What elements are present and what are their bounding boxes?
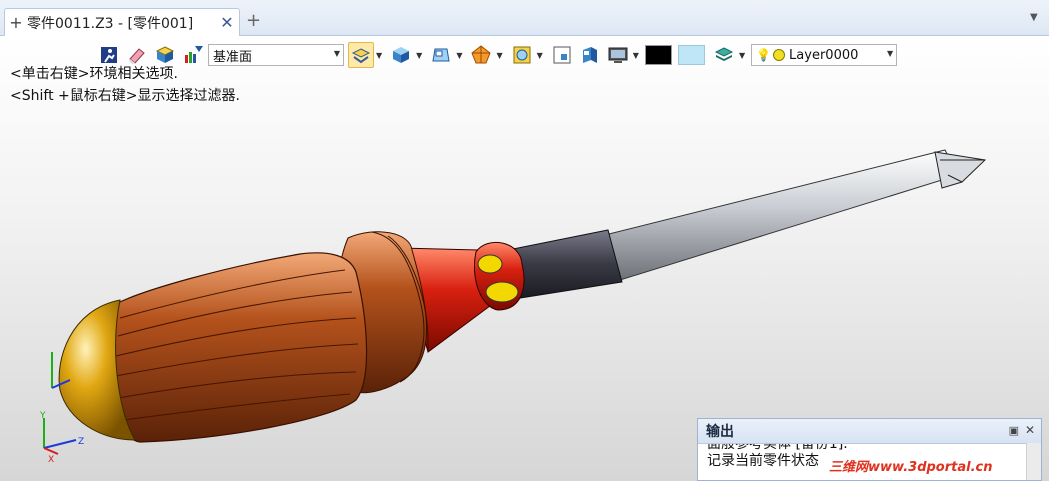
axis-y-label: Y — [39, 411, 46, 421]
chevron-down-icon[interactable]: ▼ — [887, 49, 893, 58]
monitor-icon — [608, 47, 628, 63]
shaded-cube-icon — [393, 47, 410, 63]
color-swatch-black[interactable] — [644, 45, 672, 65]
display-mode-icon — [582, 47, 597, 63]
layer-stack-icon — [714, 47, 734, 61]
cube-plane-button[interactable] — [152, 42, 178, 68]
chevron-down-icon[interactable]: ▼ — [334, 49, 340, 58]
layer-lightbulb-icon[interactable]: 💡 — [756, 48, 771, 62]
new-tab-button[interactable]: + — [246, 10, 261, 31]
zoom-fit-icon — [513, 46, 531, 64]
axis-z-label: Z — [78, 437, 84, 447]
exit-sketch-icon — [101, 47, 117, 63]
close-tab-icon[interactable]: ✕ — [215, 13, 239, 32]
output-scrollbar[interactable] — [1026, 443, 1041, 480]
tab-add-icon[interactable]: + — [5, 13, 27, 32]
view-sketch-icon — [432, 48, 450, 62]
layer-combo-value: Layer0000 — [789, 47, 859, 63]
filter-button[interactable] — [180, 42, 206, 68]
plane-combo[interactable]: 基准面 ▼ — [208, 44, 344, 66]
hint-shift-right-click: <Shift +鼠标右键>显示选择过滤器. — [10, 88, 240, 104]
plane-combo-value: 基准面 — [213, 49, 253, 65]
output-panel-title: 输出 — [706, 424, 734, 440]
layer-combo[interactable]: 💡 Layer0000 ▼ — [751, 44, 898, 66]
tab-list-chevron-icon[interactable]: ▼ — [1030, 12, 1038, 23]
render-mode-button[interactable] — [468, 42, 494, 68]
layer-manager-button[interactable] — [711, 42, 737, 68]
cube-plane-icon — [155, 46, 175, 63]
view-sketch-button[interactable] — [428, 42, 454, 68]
axis-x-label: X — [48, 455, 54, 465]
display-mode-button[interactable] — [577, 42, 603, 68]
monitor-button[interactable] — [605, 42, 631, 68]
document-tab-bar: + 零件0011.Z3 - [零件001] ✕ + ▼ — [0, 0, 1049, 36]
chevron-down-icon[interactable]: ▼ — [376, 51, 382, 60]
chevron-down-icon[interactable]: ▼ — [633, 51, 639, 60]
section-view-button[interactable] — [549, 42, 575, 68]
render-mode-icon — [471, 45, 492, 64]
chevron-down-icon[interactable]: ▼ — [537, 51, 543, 60]
zoom-fit-button[interactable] — [509, 42, 535, 68]
document-tab[interactable]: + 零件0011.Z3 - [零件001] ✕ — [4, 8, 240, 36]
color-swatch-light-blue[interactable] — [677, 45, 705, 65]
watermark: 三维网www.3dportal.cn — [829, 456, 993, 475]
section-view-icon — [553, 46, 571, 64]
eraser-icon — [129, 48, 145, 64]
watermark-cn: 三维网 — [829, 460, 869, 475]
view-orient-button[interactable] — [348, 42, 374, 68]
watermark-url: www.3dportal.cn — [868, 460, 993, 475]
chevron-down-icon[interactable]: ▼ — [456, 51, 462, 60]
output-panel-header: 输出 ▣ ✕ — [698, 419, 1041, 444]
view-toolbar: 基准面 ▼ ▼ ▼ ▼ ▼ ▼ ▼ ▼ 💡 Layer0000 ▼ — [96, 41, 898, 69]
view-orient-icon — [351, 48, 371, 64]
layer-status-icon — [773, 49, 786, 61]
eraser-button[interactable] — [124, 42, 150, 68]
chevron-down-icon[interactable]: ▼ — [739, 51, 745, 60]
document-tab-title: 零件0011.Z3 - [零件001] — [27, 15, 194, 32]
pin-icon[interactable]: ▣ — [1009, 424, 1019, 437]
exit-sketch-button[interactable] — [96, 42, 122, 68]
chevron-down-icon[interactable]: ▼ — [496, 51, 502, 60]
chevron-down-icon[interactable]: ▼ — [416, 51, 422, 60]
filter-icon — [185, 46, 203, 63]
shaded-cube-button[interactable] — [388, 42, 414, 68]
close-icon[interactable]: ✕ — [1025, 423, 1035, 437]
